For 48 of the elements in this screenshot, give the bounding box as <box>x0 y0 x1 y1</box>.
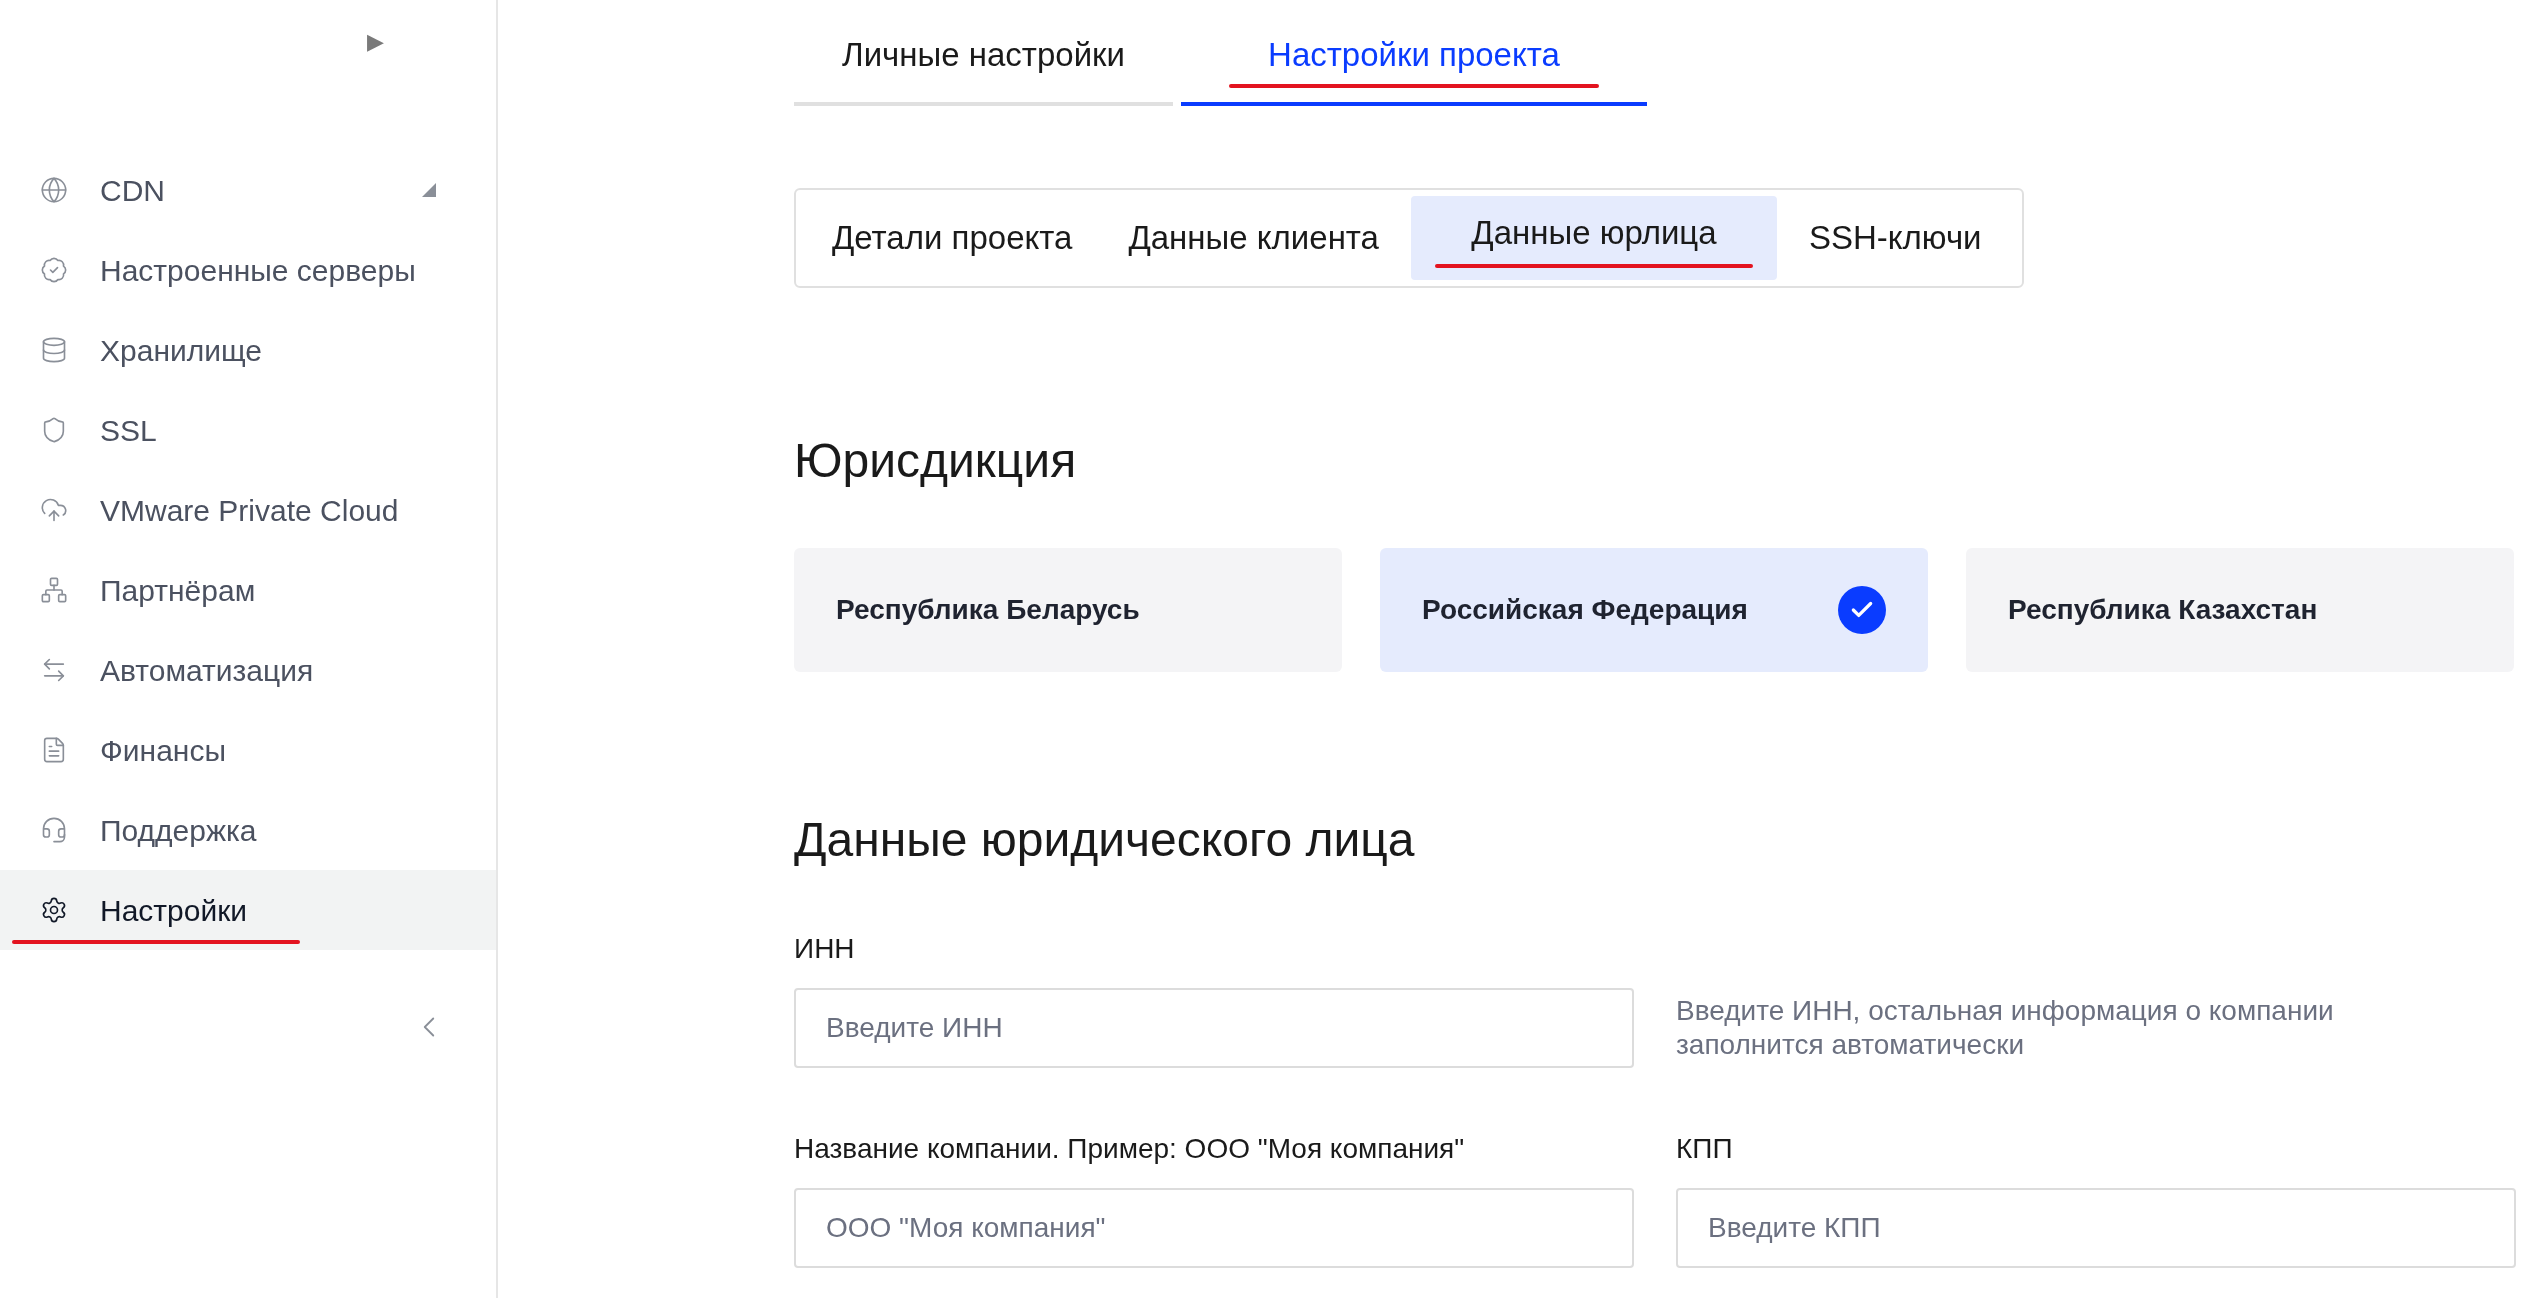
hint-text: Введите ИНН, остальная информация о компании заполнится автоматически <box>1676 994 2335 1062</box>
field-label: ИНН <box>794 932 856 966</box>
inn-input-field[interactable]: Введите ИНН <box>794 988 1634 1068</box>
sidebar-label: Поддержка <box>100 812 257 849</box>
sidebar-label: Партнёрам <box>100 572 256 609</box>
sidebar-label: Настроенные серверы <box>100 252 416 289</box>
subtab[interactable]: SSH-ключи <box>1784 196 2006 280</box>
sidebar-label: CDN <box>100 172 165 209</box>
database-icon <box>40 336 68 364</box>
subtab[interactable]: Данные юрлица <box>1410 196 1777 280</box>
settings-icon <box>40 896 68 924</box>
sidebar-item[interactable]: Настроенные серверы <box>0 230 496 310</box>
sidebar-label: VMware Private Cloud <box>100 492 399 529</box>
headset-icon <box>40 816 68 844</box>
tab[interactable]: Настройки проекта <box>1180 30 1647 106</box>
jurisdiction-card[interactable]: Республика Казахстан <box>1966 548 2514 672</box>
field-label: КПП <box>1676 1132 1734 1166</box>
sidebar-item[interactable]: Финансы <box>0 710 496 790</box>
sidebar-label: SSL <box>100 412 157 449</box>
cloud-icon <box>40 496 68 524</box>
sidebar-item[interactable]: VMware Private Cloud <box>0 470 496 550</box>
sidebar-label: Настройки <box>100 892 248 929</box>
jurisdiction-card[interactable]: Республика Беларусь <box>794 548 1342 672</box>
field-label: Название компании. Пример: ООО "Моя компания" <box>794 1132 1466 1166</box>
section-heading: Данные юридического лица <box>794 812 1416 868</box>
sidebar-item[interactable]: Настройки <box>0 870 496 950</box>
expand-triangle-icon <box>422 183 436 197</box>
network-icon <box>40 576 68 604</box>
sidebar-item[interactable]: Хранилище <box>0 310 496 390</box>
kpp-input-field[interactable]: Введите КПП <box>1676 1188 2516 1268</box>
section-heading: Юрисдикция <box>794 433 1078 489</box>
company-input-field[interactable]: ООО "Моя компания" <box>794 1188 1634 1268</box>
expand-toggle[interactable]: ▶ <box>367 26 384 58</box>
globe-icon <box>40 176 68 204</box>
sidebar-label: Автоматизация <box>100 652 314 689</box>
sidebar-item[interactable]: CDN <box>0 150 496 230</box>
sidebar-item[interactable]: Партнёрам <box>0 550 496 630</box>
sidebar-item[interactable]: Поддержка <box>0 790 496 870</box>
badge-check-icon <box>40 256 68 284</box>
sidebar-label: Хранилище <box>100 332 262 369</box>
sidebar-item[interactable]: SSL <box>0 390 496 470</box>
subtab[interactable]: Данные клиента <box>1104 196 1403 280</box>
sidebar-label: Финансы <box>100 732 226 769</box>
jurisdiction-card[interactable]: Российская Федерация <box>1380 548 1928 672</box>
check-icon <box>1838 586 1886 634</box>
tab[interactable]: Личные настройки <box>794 30 1173 106</box>
sidebar-item[interactable]: Автоматизация <box>0 630 496 710</box>
subtab[interactable]: Детали проекта <box>808 196 1097 280</box>
